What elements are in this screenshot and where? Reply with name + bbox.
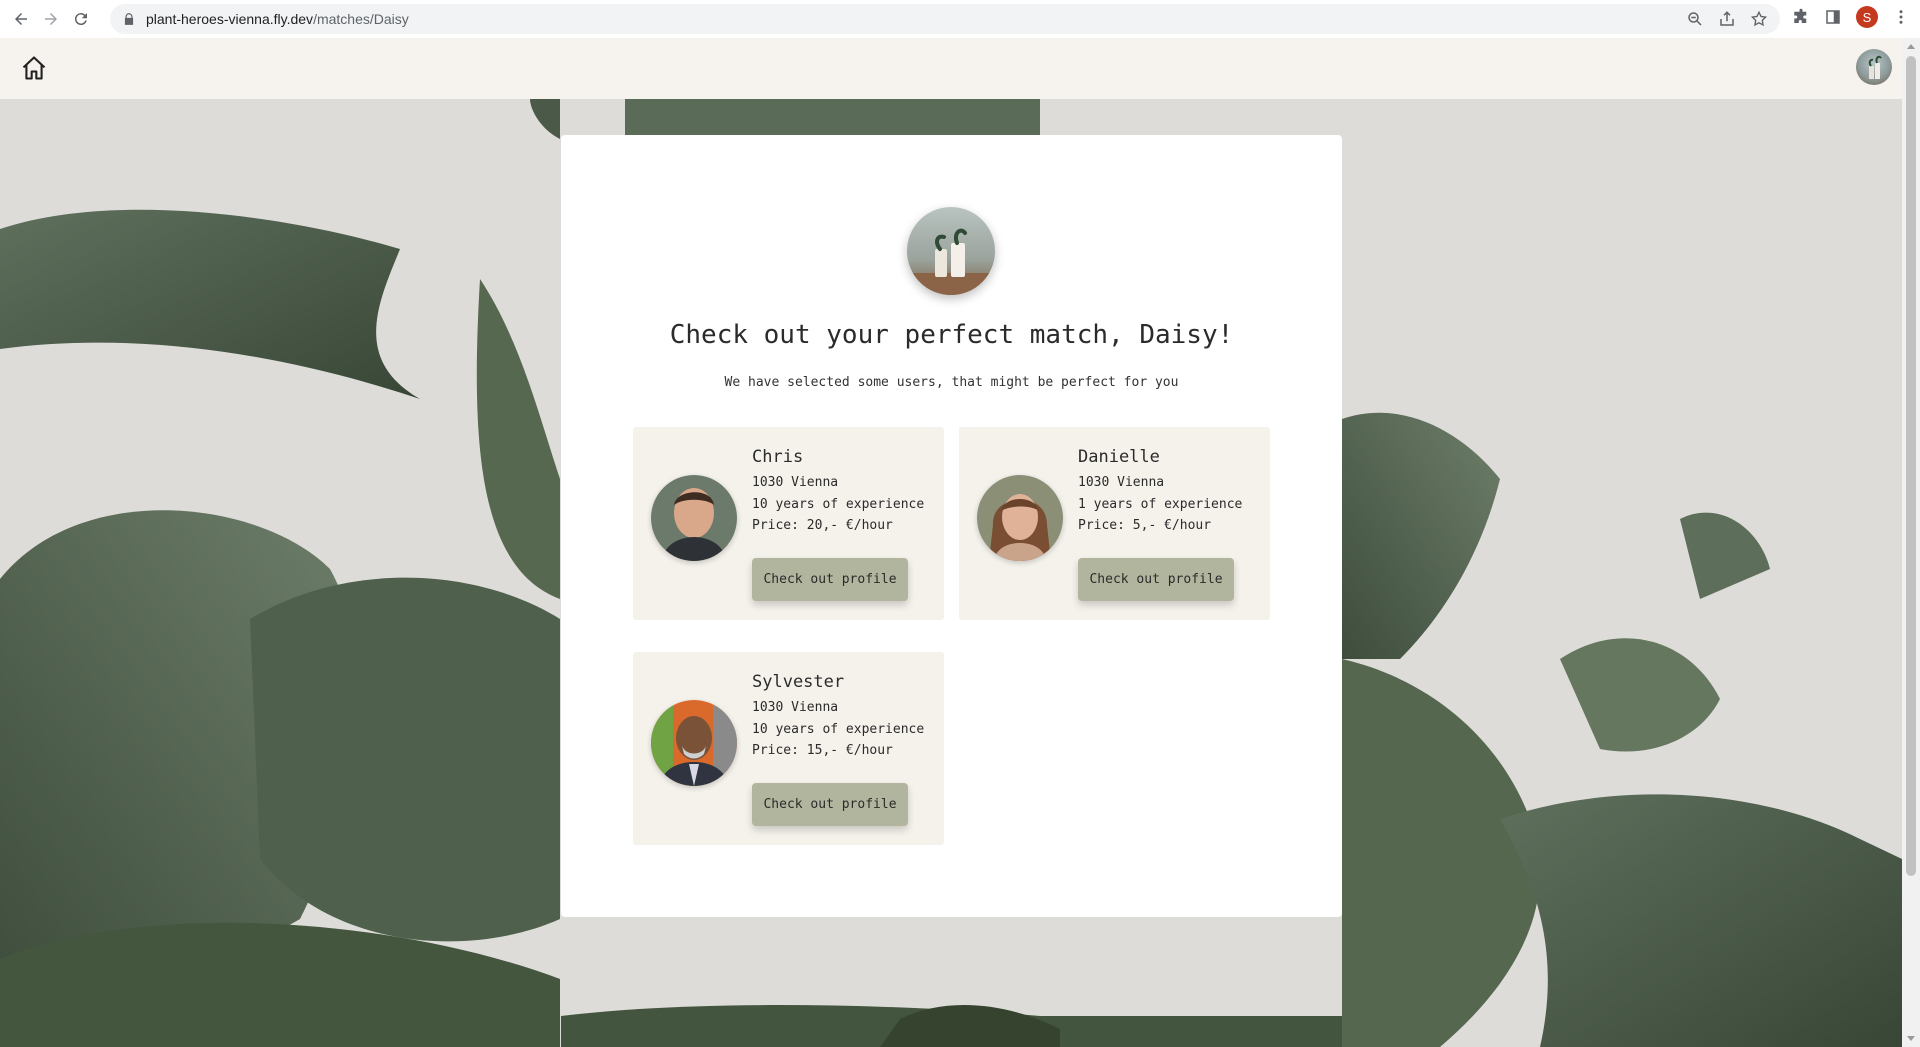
person-photo <box>651 475 737 561</box>
person-photo <box>977 475 1063 561</box>
arrow-left-icon <box>15 13 27 25</box>
match-price: Price: 5,- €/hour <box>1078 518 1212 533</box>
back-button[interactable] <box>8 6 34 32</box>
page-subtitle: We have selected some users, that might … <box>724 375 1179 390</box>
address-bar[interactable]: plant-heroes-vienna.fly.dev/matches/Dais… <box>110 4 1780 34</box>
site-header <box>0 38 1902 99</box>
match-experience: 10 years of experience <box>752 722 925 737</box>
match-location: 1030 Vienna <box>1078 475 1165 490</box>
match-price: Price: 15,- €/hour <box>752 743 893 758</box>
user-avatar[interactable] <box>1856 49 1892 85</box>
match-card-chris: Chris 1030 Vienna 10 years of experience… <box>633 427 944 620</box>
match-location: 1030 Vienna <box>752 700 839 715</box>
match-photo <box>651 700 737 786</box>
scroll-thumb[interactable] <box>1906 56 1916 876</box>
match-card-sylvester: Sylvester 1030 Vienna 10 years of experi… <box>633 652 944 845</box>
match-card-danielle: Danielle 1030 Vienna 1 years of experien… <box>959 427 1270 620</box>
home-icon[interactable] <box>20 54 48 82</box>
match-photo <box>651 475 737 561</box>
match-name: Chris <box>752 447 804 467</box>
check-out-profile-button[interactable]: Check out profile <box>752 558 908 601</box>
match-name: Sylvester <box>752 672 845 692</box>
url-text: plant-heroes-vienna.fly.dev/matches/Dais… <box>146 11 409 27</box>
reload-button[interactable] <box>68 6 94 32</box>
arrow-right-icon <box>45 13 57 25</box>
match-photo <box>977 475 1063 561</box>
bookmark-star-icon[interactable] <box>1750 10 1768 28</box>
scroll-down-arrow-icon[interactable] <box>1907 1036 1915 1041</box>
scroll-up-arrow-icon[interactable] <box>1907 44 1915 49</box>
more-vert-icon[interactable] <box>1892 8 1910 26</box>
check-out-profile-button[interactable]: Check out profile <box>752 783 908 826</box>
browser-toolbar: plant-heroes-vienna.fly.dev/matches/Dais… <box>0 0 1920 39</box>
match-location: 1030 Vienna <box>752 475 839 490</box>
check-out-profile-button[interactable]: Check out profile <box>1078 558 1234 601</box>
plant-vases-photo <box>907 207 995 295</box>
forward-button[interactable] <box>38 6 64 32</box>
side-panel-icon[interactable] <box>1824 8 1842 26</box>
zoom-icon[interactable] <box>1686 10 1704 28</box>
reload-icon <box>74 13 87 26</box>
url-path: /matches/Daisy <box>313 11 409 27</box>
person-photo <box>651 700 737 786</box>
extensions-puzzle-icon[interactable] <box>1792 8 1810 26</box>
matches-panel: Check out your perfect match, Daisy! We … <box>561 135 1342 917</box>
plant-vase-icon <box>1868 55 1882 79</box>
match-experience: 10 years of experience <box>752 497 925 512</box>
current-user-avatar <box>907 207 995 295</box>
share-icon[interactable] <box>1718 10 1736 28</box>
match-name: Danielle <box>1078 447 1160 467</box>
page-title: Check out your perfect match, Daisy! <box>669 320 1234 350</box>
browser-profile-avatar[interactable]: S <box>1856 6 1878 28</box>
lock-icon <box>124 13 134 25</box>
page-scrollbar[interactable] <box>1902 38 1920 1047</box>
match-price: Price: 20,- €/hour <box>752 518 893 533</box>
match-experience: 1 years of experience <box>1078 497 1243 512</box>
url-host: plant-heroes-vienna.fly.dev <box>146 11 314 27</box>
